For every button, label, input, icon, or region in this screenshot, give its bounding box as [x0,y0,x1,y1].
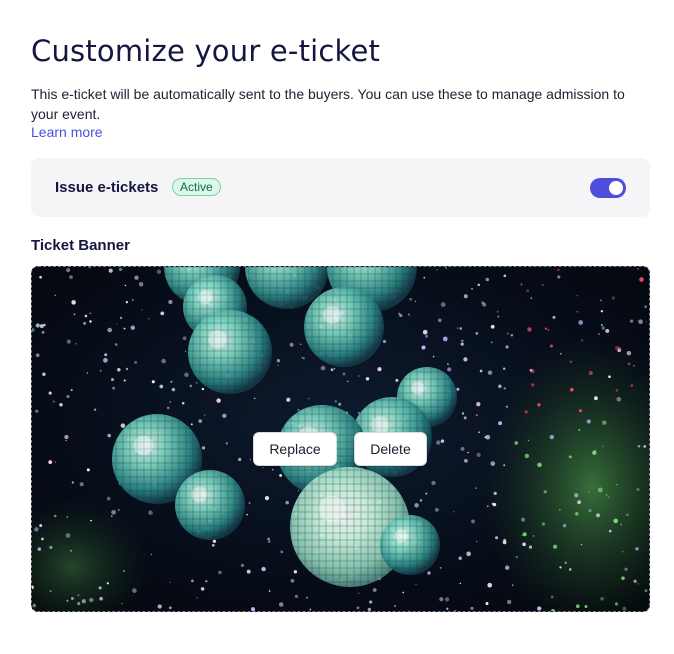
disco-ball-photo [32,267,649,611]
ticket-banner-label: Ticket Banner [31,237,130,254]
ticket-banner-image: Replace Delete [31,266,650,612]
issue-e-tickets-toggle[interactable] [590,178,626,198]
page-description: This e-ticket will be automatically sent… [31,86,625,122]
replace-button[interactable]: Replace [253,432,337,466]
learn-more-link[interactable]: Learn more [31,124,103,140]
delete-button[interactable]: Delete [354,432,427,466]
page-title: Customize your e-ticket [31,34,381,68]
issue-e-tickets-label: Issue e-tickets [55,179,159,196]
status-badge: Active [172,178,221,196]
toggle-knob [609,181,623,195]
issue-e-tickets-panel: Issue e-tickets Active [31,158,650,217]
